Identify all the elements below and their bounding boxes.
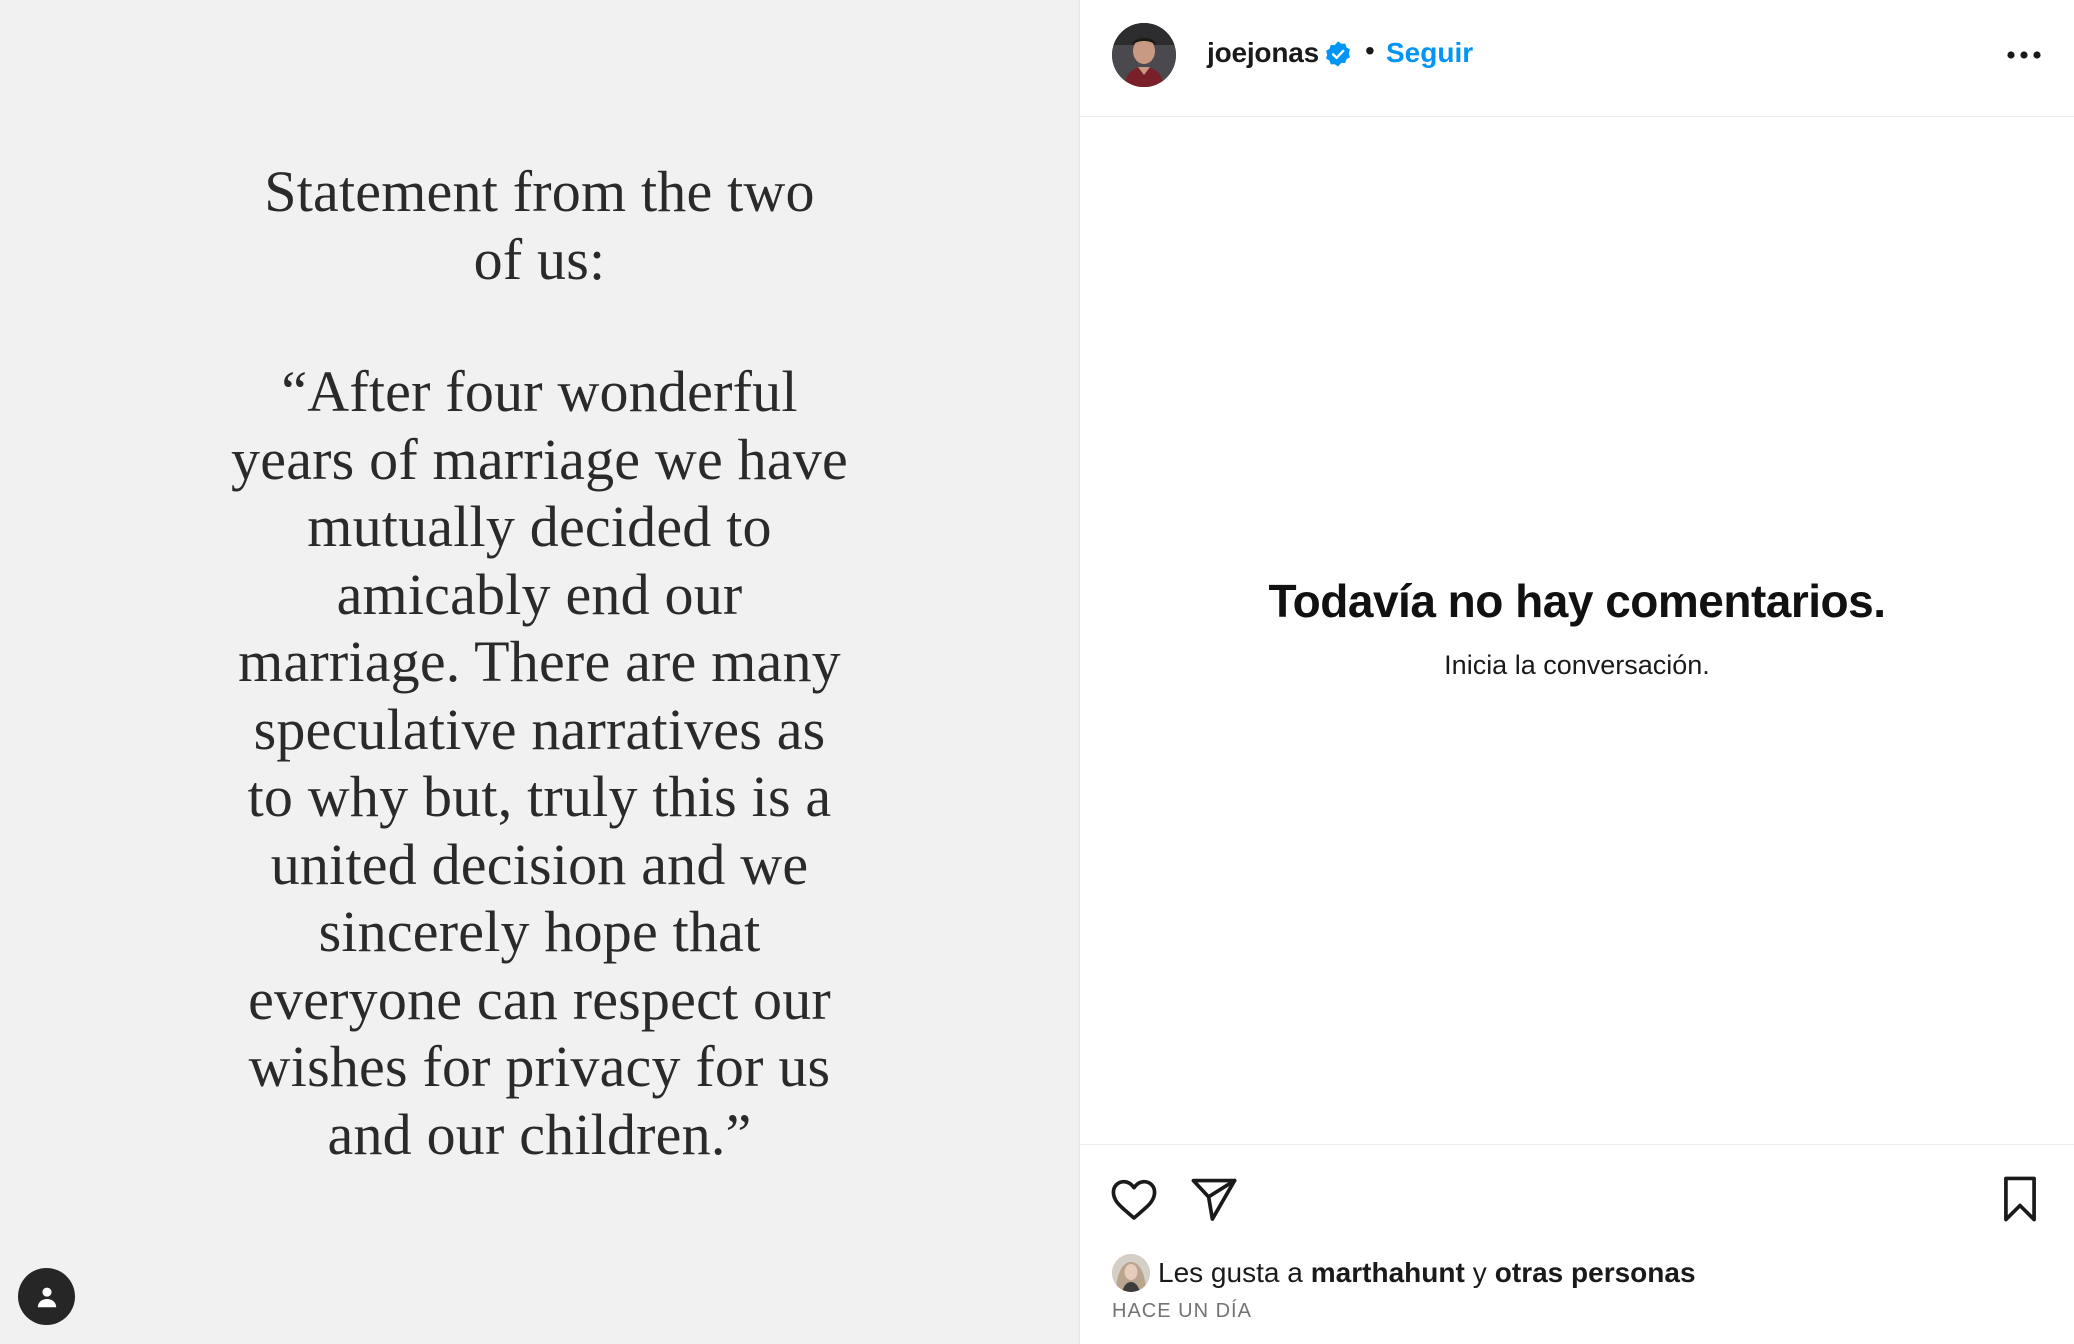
bookmark-icon — [2004, 1176, 2036, 1222]
like-button[interactable] — [1108, 1173, 1160, 1225]
liker-avatar-image — [1112, 1254, 1150, 1292]
more-options-icon — [2007, 51, 2041, 59]
statement-line: everyone can respect our — [248, 966, 831, 1032]
separator-dot: • — [1365, 35, 1375, 66]
statement-quote: “After four wonderful years of marriage … — [0, 358, 1079, 1168]
post-image: Statement from the two of us: “After fou… — [0, 0, 1079, 1344]
statement-line: speculative narratives as — [253, 696, 826, 762]
statement-line: sincerely hope that — [318, 899, 761, 964]
statement-line: “After four wonderful — [281, 359, 798, 424]
statement-line: marriage. There are many — [238, 629, 841, 694]
statement-line: to why but, truly this is a — [247, 764, 832, 829]
other-likers-link[interactable]: otras personas — [1495, 1257, 1696, 1289]
statement-heading: Statement from the two of us: — [0, 158, 1079, 293]
statement-line: united decision and we — [270, 831, 809, 897]
share-button[interactable] — [1188, 1173, 1240, 1225]
comments-panel: joejonas • Seguir Todavía no hay comenta… — [1079, 0, 2074, 1344]
instagram-post-view: Statement from the two of us: “After fou… — [0, 0, 2074, 1344]
post-timestamp[interactable]: HACE UN DÍA — [1112, 1300, 1252, 1323]
more-options-button[interactable] — [2004, 38, 2044, 72]
avatar-image — [1112, 23, 1176, 87]
follow-button[interactable]: Seguir — [1386, 37, 1473, 69]
liker-avatar[interactable] — [1112, 1254, 1150, 1292]
share-icon — [1191, 1178, 1237, 1221]
liker-username-link[interactable]: marthahunt — [1311, 1257, 1465, 1289]
statement-line: of us: — [473, 226, 606, 292]
statement-line: amicably end our — [336, 561, 743, 627]
statement-line: and our children.” — [327, 1101, 752, 1167]
likes-summary: Les gusta a marthahunt y otras personas — [1112, 1253, 1696, 1293]
no-comments-title: Todavía no hay comentarios. — [1268, 575, 1886, 627]
statement-line: wishes for privacy for us — [248, 1034, 831, 1099]
user-tag-icon — [37, 1287, 56, 1307]
username-link[interactable]: joejonas — [1207, 37, 1319, 69]
save-button[interactable] — [1994, 1173, 2046, 1225]
likes-conjunction: y — [1472, 1257, 1487, 1288]
post-header: joejonas • Seguir — [1080, 0, 2074, 117]
statement-line: years of marriage we have — [231, 426, 848, 492]
verified-badge-icon — [1326, 41, 1350, 67]
post-actions: Les gusta a marthahunt y otras personas … — [1080, 1144, 2074, 1344]
tagged-users-button[interactable] — [18, 1268, 75, 1325]
avatar[interactable] — [1112, 23, 1176, 87]
heart-icon — [1111, 1179, 1157, 1220]
start-conversation-text: Inicia la conversación. — [1444, 650, 1710, 680]
statement-line: mutually decided to — [307, 494, 772, 559]
statement-line: Statement from the two — [264, 159, 815, 224]
likes-prefix: Les gusta a — [1158, 1257, 1303, 1288]
